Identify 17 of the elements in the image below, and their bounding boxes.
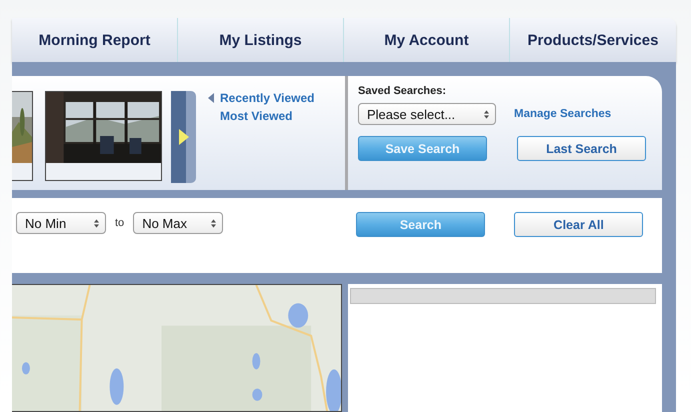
nav-tab[interactable]: Products/Services	[510, 18, 676, 62]
section-label: Saved Searches:	[358, 85, 446, 97]
left-triangle-icon	[208, 93, 214, 103]
updown-icon	[94, 218, 99, 228]
select-dropdown[interactable]: Please select...	[358, 103, 496, 125]
range-label: to	[115, 217, 124, 229]
updown-icon	[484, 110, 489, 118]
select-dropdown[interactable]: No Min	[16, 212, 106, 234]
right-arrow-icon	[178, 129, 188, 145]
link[interactable]: Manage Searches	[514, 108, 612, 120]
link[interactable]: Most Viewed	[220, 109, 314, 123]
action-button[interactable]: Last Search	[517, 136, 646, 161]
next-button[interactable]	[171, 91, 196, 183]
action-button[interactable]: Clear All	[514, 212, 644, 237]
select-dropdown[interactable]: No Max	[133, 212, 224, 234]
updown-icon	[211, 218, 216, 228]
link[interactable]: Recently Viewed	[208, 91, 314, 105]
